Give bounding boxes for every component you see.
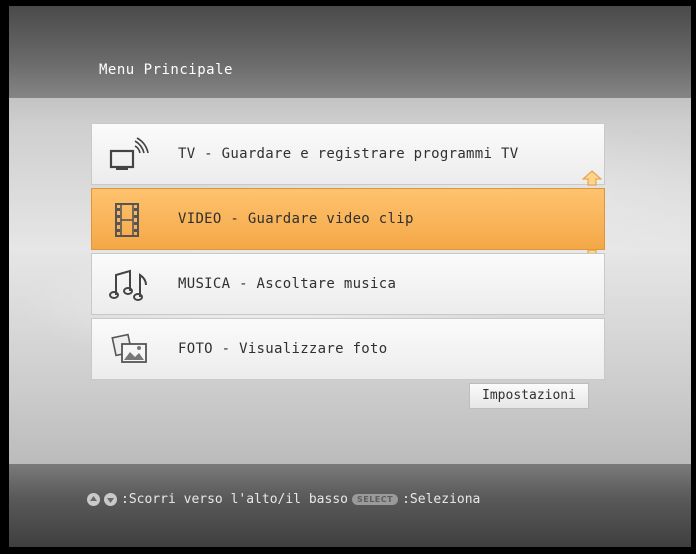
- menu-item-video[interactable]: VIDEO - Guardare video clip: [91, 188, 605, 265]
- select-hint-text: :Seleziona: [402, 492, 481, 507]
- page-title: Menu Principale: [99, 62, 233, 78]
- scroll-hint-text: :Scorri verso l'alto/il basso: [121, 492, 348, 507]
- header-bar: Menu Principale: [9, 6, 691, 98]
- footer-hint: :Scorri verso l'alto/il basso SELECT :Se…: [87, 492, 480, 507]
- photos-icon: [111, 333, 147, 363]
- select-button-badge: SELECT: [351, 494, 399, 505]
- main-menu: TV - Guardare e registrare programmi TV: [91, 123, 605, 381]
- tv-screen: Menu Principale TV - Guardare e registra…: [9, 6, 691, 547]
- menu-item-music[interactable]: MUSICA - Ascoltare musica: [91, 253, 605, 315]
- menu-item-label: FOTO - Visualizzare foto: [178, 341, 388, 357]
- film-icon: [115, 203, 139, 237]
- down-button-icon: [104, 493, 117, 506]
- menu-item-label: MUSICA - Ascoltare musica: [178, 276, 397, 292]
- menu-item-photo[interactable]: FOTO - Visualizzare foto: [91, 318, 605, 380]
- menu-item-tv[interactable]: TV - Guardare e registrare programmi TV: [91, 123, 605, 186]
- music-notes-icon: [109, 269, 147, 301]
- up-button-icon: [87, 493, 100, 506]
- settings-button[interactable]: Impostazioni: [469, 383, 589, 409]
- scroll-up-arrow-icon[interactable]: [582, 170, 602, 186]
- footer-bar: :Scorri verso l'alto/il basso SELECT :Se…: [9, 464, 691, 547]
- tv-icon: [109, 137, 149, 170]
- menu-item-label: TV - Guardare e registrare programmi TV: [178, 146, 519, 162]
- menu-item-label: VIDEO - Guardare video clip: [178, 211, 414, 227]
